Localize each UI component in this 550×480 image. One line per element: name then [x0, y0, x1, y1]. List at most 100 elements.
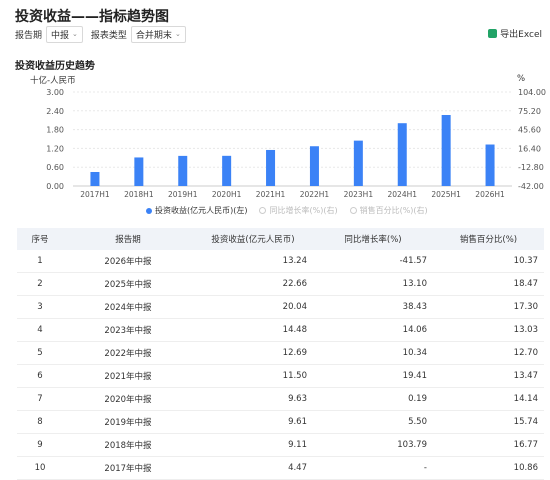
table-cell: 2025年中报 — [63, 272, 193, 296]
table-cell: 2 — [17, 272, 63, 296]
table-row: 4 2023年中报 14.48 14.06 13.03 — [17, 318, 544, 342]
table-cell: 11.50 — [193, 364, 313, 388]
table-cell: 103.79 — [313, 433, 433, 457]
table-cell: 14.06 — [313, 318, 433, 342]
page-title: 投资收益——指标趋势图 — [15, 9, 169, 25]
report-period-value: 中报 — [51, 30, 70, 41]
section-title: 投资收益历史趋势 — [15, 61, 95, 72]
bar — [485, 144, 495, 186]
table-cell: 13.10 — [313, 272, 433, 296]
y-left-tick-label: 0.60 — [46, 163, 64, 172]
y-left-tick-label: 1.20 — [46, 144, 64, 153]
table-cell: 4 — [17, 318, 63, 342]
legend-dot-icon — [259, 207, 267, 214]
x-tick-label: 2018H1 — [124, 190, 154, 199]
bar — [222, 155, 232, 186]
legend-item-investment-income[interactable]: 投资收益(亿元人民币)(左) — [146, 205, 247, 216]
x-tick-label: 2023H1 — [344, 190, 374, 199]
y-right-tick-label: 45.60 — [518, 126, 541, 135]
table-cell: 3 — [17, 295, 63, 319]
table-cell: 5.50 — [313, 410, 433, 434]
table-cell: 14.14 — [433, 387, 544, 411]
table-cell: 1 — [17, 250, 63, 273]
legend-item-sales-pct[interactable]: 销售百分比(%)(右) — [349, 205, 428, 216]
table-cell: 12.70 — [433, 341, 544, 365]
report-period-select[interactable]: 中报 ⌄ — [46, 25, 83, 43]
y-right-tick-label: 16.40 — [518, 144, 541, 153]
table-cell: 22.66 — [193, 272, 313, 296]
y-right-tick-label: -12.80 — [518, 163, 544, 172]
chevron-down-icon: ⌄ — [72, 30, 78, 38]
table-cell: 10.34 — [313, 341, 433, 365]
export-excel-label: 导出Excel — [500, 30, 542, 40]
trend-chart: 3.00 104.00 2.40 75.20 1.80 45.60 1.20 16.40 0.6… — [46, 88, 546, 199]
table-row: 2 2025年中报 22.66 13.10 18.47 — [17, 272, 544, 296]
y-left-tick-label: 3.00 — [46, 88, 64, 97]
statement-type-label: 报表类型 — [90, 30, 127, 41]
legend-label: 销售百分比(%)(右) — [359, 206, 428, 215]
data-table: 序号 报告期 投资收益(亿元人民币) 同比增长率(%) 销售百分比(%) 1 20… — [17, 228, 544, 480]
table-row: 6 2021年中报 11.50 19.41 13.47 — [17, 364, 544, 388]
table-cell: 9.63 — [193, 387, 313, 411]
x-tick-label: 2021H1 — [256, 190, 286, 199]
table-cell: 13.24 — [193, 250, 313, 273]
report-period-label: 报告期 — [15, 30, 43, 41]
x-tick-label: 2020H1 — [212, 190, 242, 199]
legend-item-yoy-growth[interactable]: 同比增长率(%)(右) — [259, 205, 338, 216]
excel-icon — [488, 29, 498, 38]
bar — [90, 171, 100, 186]
table-cell: 9.11 — [193, 433, 313, 457]
bar — [353, 140, 363, 186]
table-cell: 9 — [17, 433, 63, 457]
x-tick-label: 2019H1 — [168, 190, 198, 199]
table-cell: 2019年中报 — [63, 410, 193, 434]
column-header: 同比增长率(%) — [313, 228, 433, 250]
export-excel-button[interactable]: 导出Excel — [488, 27, 542, 40]
x-tick-label: 2026H1 — [475, 190, 505, 199]
bar — [397, 123, 407, 186]
table-header-row: 序号 报告期 投资收益(亿元人民币) 同比增长率(%) 销售百分比(%) — [17, 228, 544, 250]
table-cell: -41.57 — [313, 250, 433, 273]
x-tick-label: 2022H1 — [300, 190, 330, 199]
y-right-tick-label: 75.20 — [518, 107, 541, 116]
table-cell: 10.37 — [433, 250, 544, 273]
column-header: 报告期 — [63, 228, 193, 250]
table-cell: 15.74 — [433, 410, 544, 434]
table-cell: 19.41 — [313, 364, 433, 388]
table-cell: 38.43 — [313, 295, 433, 319]
table-cell: 2026年中报 — [63, 250, 193, 273]
y-left-tick-label: 0.00 — [46, 182, 64, 191]
legend-label: 投资收益(亿元人民币)(左) — [155, 206, 248, 215]
bar — [178, 155, 188, 186]
x-tick-label: 2025H1 — [431, 190, 461, 199]
bar — [266, 149, 276, 186]
column-header: 投资收益(亿元人民币) — [193, 228, 313, 250]
legend-dot-icon — [146, 207, 152, 214]
chevron-down-icon: ⌄ — [174, 30, 181, 38]
bar — [309, 146, 319, 186]
column-header: 销售百分比(%) — [433, 228, 544, 250]
table-cell: 18.47 — [433, 272, 544, 296]
table-cell: 5 — [17, 341, 63, 365]
table-cell: 2023年中报 — [63, 318, 193, 342]
table-row: 5 2022年中报 12.69 10.34 12.70 — [17, 341, 544, 365]
table-cell: 0.19 — [313, 387, 433, 411]
chart-legend: 投资收益(亿元人民币)(左) 同比增长率(%)(右) 销售百分比(%)(右) — [146, 205, 440, 216]
x-tick-label: 2017H1 — [80, 190, 110, 199]
y-right-tick-label: -42.00 — [518, 182, 544, 191]
bar — [134, 157, 144, 186]
table-cell: 2022年中报 — [63, 341, 193, 365]
table-cell: 16.77 — [433, 433, 544, 457]
table-row: 9 2018年中报 9.11 103.79 16.77 — [17, 433, 544, 457]
table-cell: 2020年中报 — [63, 387, 193, 411]
y-left-tick-label: 2.40 — [46, 107, 64, 116]
legend-label: 同比增长率(%)(右) — [269, 206, 338, 215]
y-left-tick-label: 1.80 — [46, 126, 64, 135]
legend-dot-icon — [349, 207, 357, 214]
table-cell: 2024年中报 — [63, 295, 193, 319]
y-right-tick-label: 104.00 — [518, 88, 546, 97]
filter-bar: 报告期 中报 ⌄ 报表类型 合并期末 ⌄ — [15, 25, 194, 43]
bar — [441, 114, 451, 186]
statement-type-select[interactable]: 合并期末 ⌄ — [130, 25, 186, 43]
table-cell: 9.61 — [193, 410, 313, 434]
